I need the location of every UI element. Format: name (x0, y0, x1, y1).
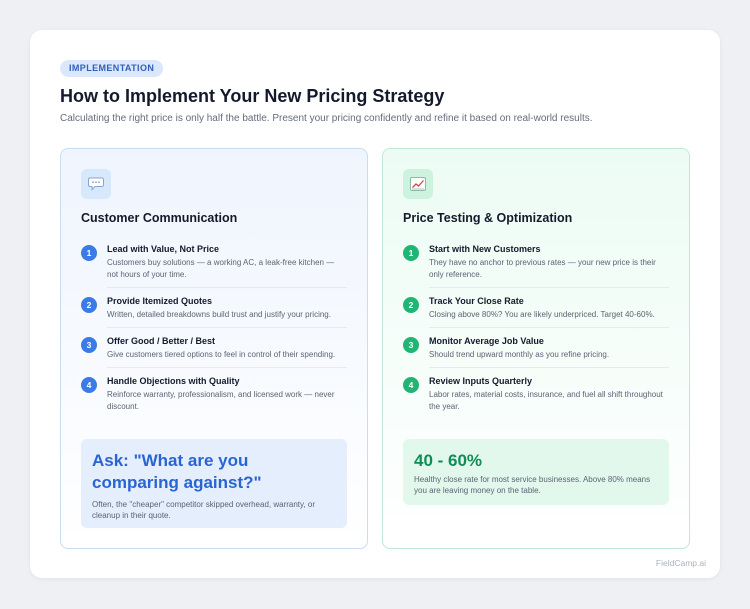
panel-title: Customer Communication (81, 211, 238, 225)
callout-note: Often, the "cheaper" competitor skipped … (92, 500, 315, 520)
divider (429, 287, 669, 288)
list-item: 4 Handle Objections with Quality Reinfor… (81, 375, 347, 413)
divider (107, 367, 347, 368)
list-item: 2 Track Your Close Rate Closing above 80… (403, 295, 669, 321)
step-title: Review Inputs Quarterly (429, 376, 533, 386)
step-title: Track Your Close Rate (429, 296, 524, 306)
callout-headline: 40 - 60% (414, 451, 483, 470)
list-item: 1 Start with New Customers They have no … (403, 243, 669, 281)
step-number-badge: 3 (403, 337, 419, 353)
panel-title: Price Testing & Optimization (403, 211, 573, 225)
step-description: Written, detailed breakdowns build trust… (107, 310, 331, 319)
divider (107, 327, 347, 328)
list-item: 3 Monitor Average Job Value Should trend… (403, 335, 669, 361)
step-description: Labor rates, material costs, insurance, … (429, 390, 663, 411)
callout-box: 40 - 60% Healthy close rate for most ser… (403, 439, 669, 505)
step-description: Reinforce warranty, professionalism, and… (107, 390, 335, 411)
step-number-badge: 3 (81, 337, 97, 353)
step-description: Closing above 80%? You are likely underp… (429, 310, 655, 319)
step-description: Customers buy solutions — a working AC, … (107, 258, 335, 279)
step-number-badge: 2 (403, 297, 419, 313)
step-list: 1 Start with New Customers They have no … (403, 243, 669, 413)
content-card: IMPLEMENTATION How to Implement Your New… (30, 30, 720, 578)
list-item: 4 Review Inputs Quarterly Labor rates, m… (403, 375, 669, 413)
page-subtitle: Calculating the right price is only half… (60, 113, 593, 124)
list-item: 3 Offer Good / Better / Best Give custom… (81, 335, 347, 361)
price-testing-panel: Price Testing & Optimization 1 Start wit… (382, 148, 690, 549)
step-title: Lead with Value, Not Price (107, 244, 220, 254)
step-title: Offer Good / Better / Best (107, 336, 216, 346)
callout-headline: Ask: "What are you comparing against?" (92, 451, 262, 492)
section-tag: IMPLEMENTATION (60, 60, 164, 77)
divider (429, 327, 669, 328)
step-number-badge: 1 (81, 245, 97, 261)
step-description: Give customers tiered options to feel in… (107, 350, 336, 359)
list-item: 1 Lead with Value, Not Price Customers b… (81, 243, 347, 281)
list-item: 2 Provide Itemized Quotes Written, detai… (81, 295, 347, 321)
callout-box: Ask: "What are you comparing against?" O… (81, 439, 347, 528)
chart-trend-icon (403, 169, 433, 199)
step-number-badge: 4 (81, 377, 97, 393)
speech-bubble-icon (81, 169, 111, 199)
step-title: Handle Objections with Quality (107, 376, 240, 386)
step-title: Start with New Customers (429, 244, 541, 254)
step-number-badge: 2 (81, 297, 97, 313)
step-number-badge: 4 (403, 377, 419, 393)
step-title: Monitor Average Job Value (429, 336, 544, 346)
divider (107, 287, 347, 288)
step-list: 1 Lead with Value, Not Price Customers b… (81, 243, 347, 413)
step-title: Provide Itemized Quotes (107, 296, 213, 306)
brand-footer: FieldCamp.ai (655, 558, 706, 568)
step-description: Should trend upward monthly as you refin… (429, 350, 610, 359)
customer-communication-panel: Customer Communication 1 Lead with Value… (60, 148, 368, 549)
step-number-badge: 1 (403, 245, 419, 261)
callout-note: Healthy close rate for most service busi… (414, 475, 651, 495)
divider (429, 367, 669, 368)
step-description: They have no anchor to previous rates — … (429, 258, 656, 279)
page-title: How to Implement Your New Pricing Strate… (60, 86, 445, 106)
